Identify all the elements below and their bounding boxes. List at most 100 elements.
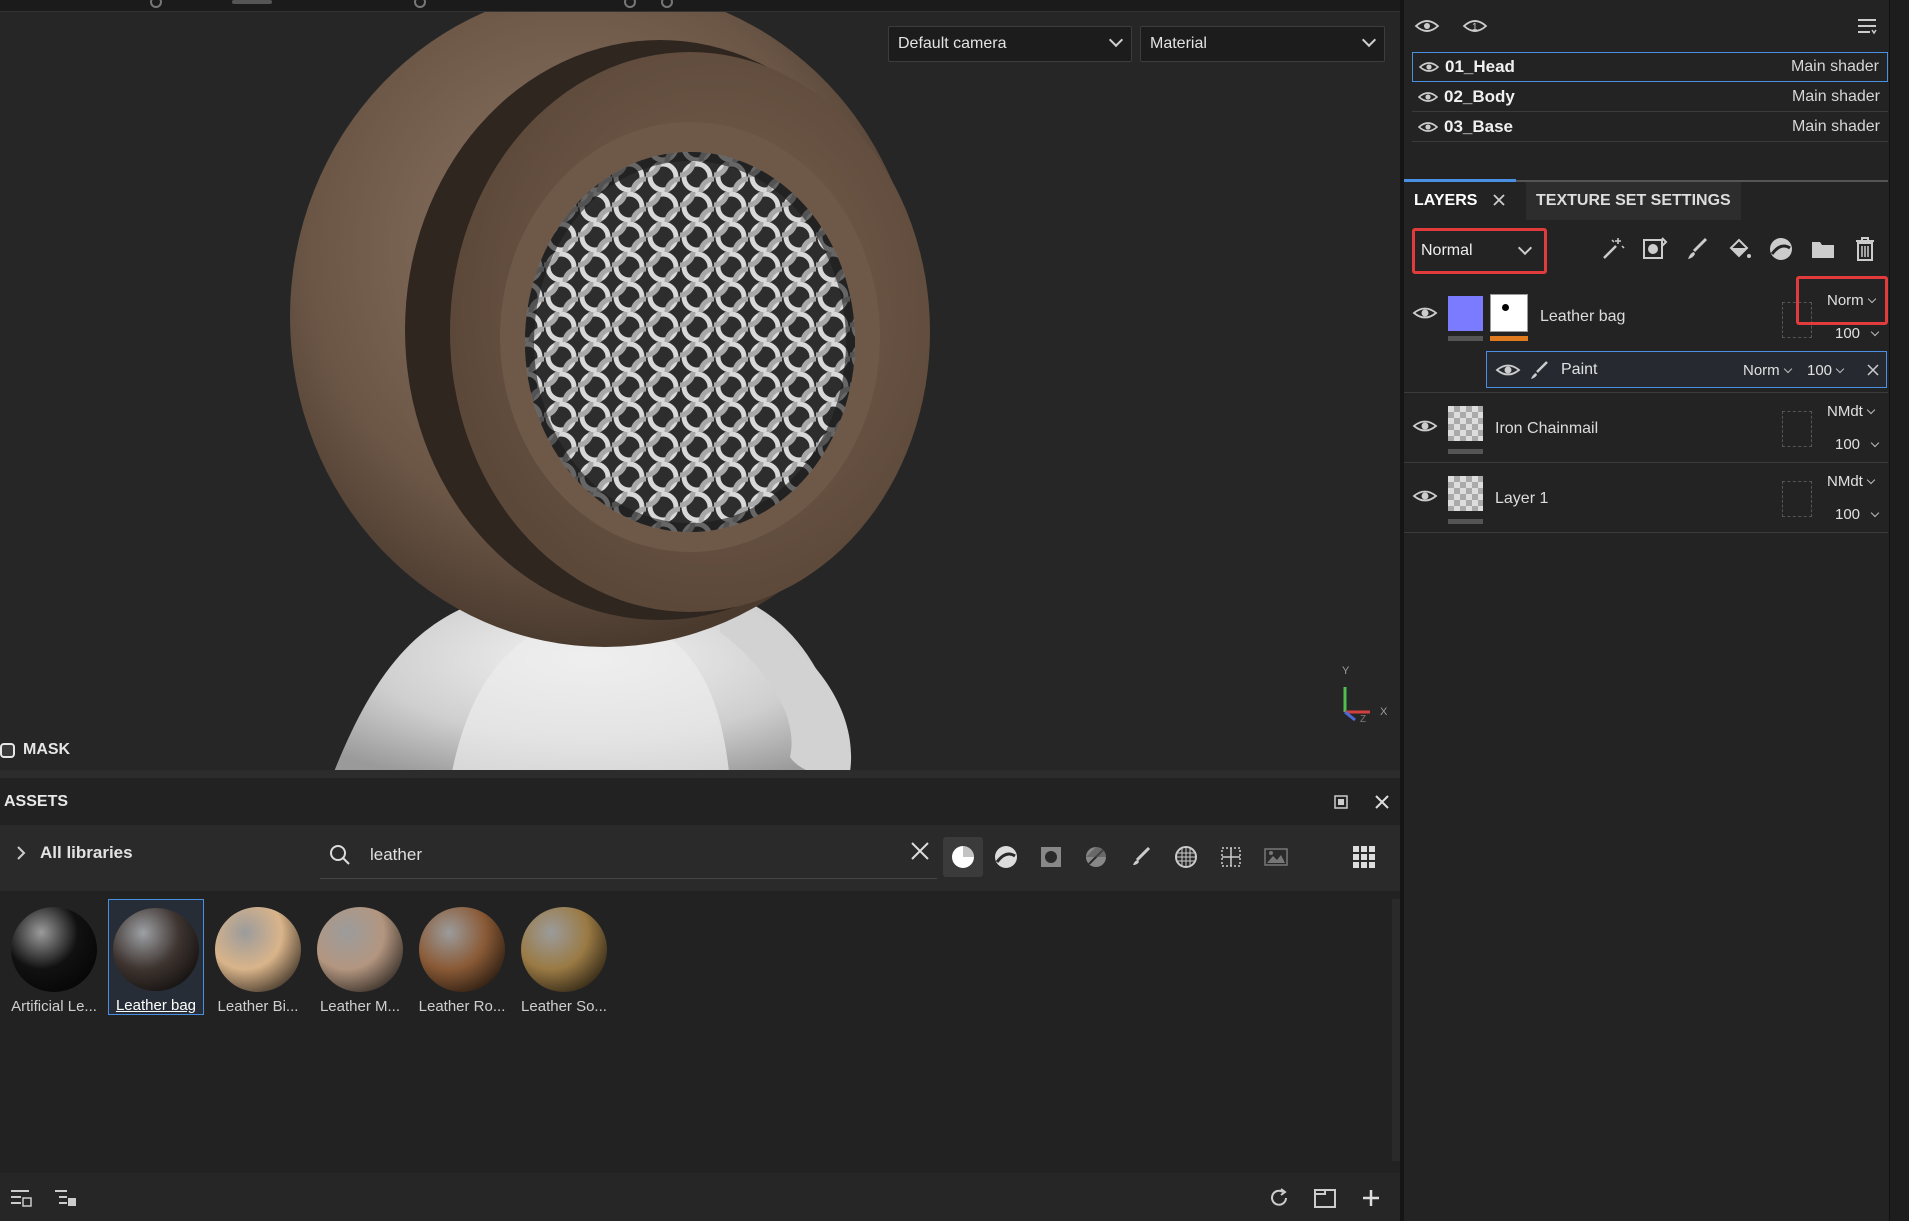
right-edge-toolbar (1889, 0, 1909, 1221)
clear-search-icon[interactable] (910, 841, 930, 861)
mask-toggle[interactable]: MASK (0, 741, 70, 759)
filter-masks-button[interactable] (1031, 837, 1071, 877)
add-mask-button[interactable] (1640, 234, 1670, 264)
layer-blend-select[interactable]: NMdt (1827, 403, 1876, 420)
layer-name[interactable]: Leather bag (1540, 308, 1625, 326)
list-export-icon (55, 1190, 76, 1206)
layer-row-layer-1[interactable]: Layer 1 NMdt 100 (1404, 463, 1888, 533)
opacity-value: 100 (1835, 325, 1861, 342)
add-smart-material-button[interactable] (1766, 234, 1796, 264)
brush-icon (1688, 237, 1708, 259)
filter-materials-button[interactable] (943, 837, 983, 877)
asset-preview-sphere (419, 907, 505, 992)
add-folder-button[interactable] (1808, 234, 1838, 264)
filter-environments-button[interactable] (1256, 837, 1296, 877)
geometry-mask-slot[interactable] (1782, 481, 1812, 517)
asset-item[interactable]: Artificial Le... (6, 899, 102, 1015)
3d-viewport[interactable]: Y X Z Default camera Material MASK (0, 0, 1400, 770)
view-mode-select[interactable]: Material (1140, 26, 1385, 62)
eye-icon[interactable] (1418, 90, 1438, 104)
search-input[interactable] (370, 845, 890, 865)
effect-blend-select[interactable]: Norm (1743, 362, 1792, 379)
add-button[interactable] (1358, 1185, 1384, 1211)
strip-handle[interactable] (661, 0, 673, 8)
eye-icon[interactable] (1412, 487, 1438, 505)
remove-effect-icon[interactable] (1867, 364, 1879, 376)
import-button[interactable] (8, 1185, 34, 1211)
filter-smart-materials-button[interactable] (986, 837, 1026, 877)
maximize-icon[interactable] (1334, 794, 1348, 809)
chevron-down-icon (1783, 364, 1792, 374)
filter-filters-button[interactable] (1076, 837, 1116, 877)
viewport-top-strip (0, 0, 1400, 12)
asset-item[interactable]: Leather So... (516, 899, 612, 1015)
layer-tabs: LAYERS TEXTURE SET SETTINGS (1404, 179, 1888, 220)
mask-icon (1041, 847, 1061, 867)
library-selector[interactable]: All libraries (16, 843, 133, 863)
smart-material-icon (995, 846, 1017, 868)
texture-set-row[interactable]: 02_Body Main shader (1412, 82, 1888, 112)
strip-handle[interactable] (232, 0, 272, 4)
geometry-mask-slot[interactable] (1782, 411, 1812, 447)
asset-preview-sphere (113, 908, 199, 991)
opacity-value: 100 (1807, 362, 1833, 379)
new-folder-button[interactable] (1312, 1185, 1338, 1211)
asset-item[interactable]: Leather M... (312, 899, 408, 1015)
layer-name[interactable]: Layer 1 (1495, 490, 1548, 508)
camera-select[interactable]: Default camera (888, 26, 1132, 62)
add-effect-button[interactable] (1598, 234, 1628, 264)
eye-icon[interactable] (1419, 60, 1439, 74)
asset-item[interactable]: Leather Bi... (210, 899, 306, 1015)
filter-textures-button[interactable] (1166, 837, 1206, 877)
filter-alphas-button[interactable] (1211, 837, 1251, 877)
filter-brushes-button[interactable] (1121, 837, 1161, 877)
eye-icon[interactable] (1495, 361, 1521, 379)
layer-thumb-bar (1448, 336, 1483, 341)
svg-text:1: 1 (1472, 22, 1478, 33)
texture-set-row[interactable]: 01_Head Main shader (1412, 52, 1888, 82)
asset-item[interactable]: Leather Ro... (414, 899, 510, 1015)
texture-set-row[interactable]: 03_Base Main shader (1412, 112, 1888, 142)
chevron-down-icon (1870, 327, 1880, 337)
layer-opacity[interactable]: 100 (1835, 325, 1880, 342)
tab-layers[interactable]: LAYERS (1404, 179, 1516, 217)
layer-thumb-bar (1448, 519, 1483, 524)
add-paint-layer-button[interactable] (1682, 234, 1712, 264)
asset-item[interactable]: Leather bag (108, 899, 204, 1015)
strip-handle[interactable] (414, 0, 426, 8)
layer-row-iron-chainmail[interactable]: Iron Chainmail NMdt 100 (1404, 393, 1888, 463)
view-toggle-button[interactable] (1344, 837, 1384, 877)
tab-texture-set-settings[interactable]: TEXTURE SET SETTINGS (1526, 182, 1741, 220)
delete-layer-button[interactable] (1850, 234, 1880, 264)
refresh-button[interactable] (1266, 1185, 1292, 1211)
blend-mode-select[interactable]: Normal (1412, 228, 1547, 274)
search-icon (330, 845, 350, 865)
opacity-value: 100 (1835, 436, 1861, 453)
eye-icon[interactable] (1418, 120, 1438, 134)
layer-opacity[interactable]: 100 (1835, 506, 1880, 523)
close-icon[interactable] (1492, 193, 1506, 207)
menu-icon[interactable] (1856, 16, 1878, 36)
strip-handle[interactable] (150, 0, 162, 8)
chevron-down-icon (1108, 32, 1124, 48)
close-icon[interactable] (1374, 794, 1390, 810)
add-fill-layer-button[interactable] (1724, 234, 1754, 264)
tab-layers-label: LAYERS (1414, 192, 1478, 209)
eye-icon[interactable] (1412, 417, 1438, 435)
eye-solo-icon[interactable]: 1 (1462, 16, 1488, 36)
effect-row-paint[interactable]: Paint Norm 100 (1486, 351, 1887, 388)
axis-x-label: X (1380, 706, 1388, 718)
assets-scrollbar[interactable] (1392, 899, 1400, 1161)
effect-opacity[interactable]: 100 (1807, 362, 1845, 379)
eye-icon[interactable] (1412, 304, 1438, 322)
chevron-down-icon (1835, 364, 1845, 374)
layer-opacity[interactable]: 100 (1835, 436, 1880, 453)
eye-toggle-icon[interactable] (1414, 16, 1440, 36)
export-button[interactable] (52, 1185, 78, 1211)
strip-handle[interactable] (624, 0, 636, 8)
layer-thumb-bar (1448, 449, 1483, 454)
mask-thumbnail[interactable] (1490, 294, 1528, 332)
layer-blend-select[interactable]: NMdt (1827, 473, 1876, 490)
asset-preview-sphere (317, 907, 403, 992)
layer-name[interactable]: Iron Chainmail (1495, 420, 1598, 438)
